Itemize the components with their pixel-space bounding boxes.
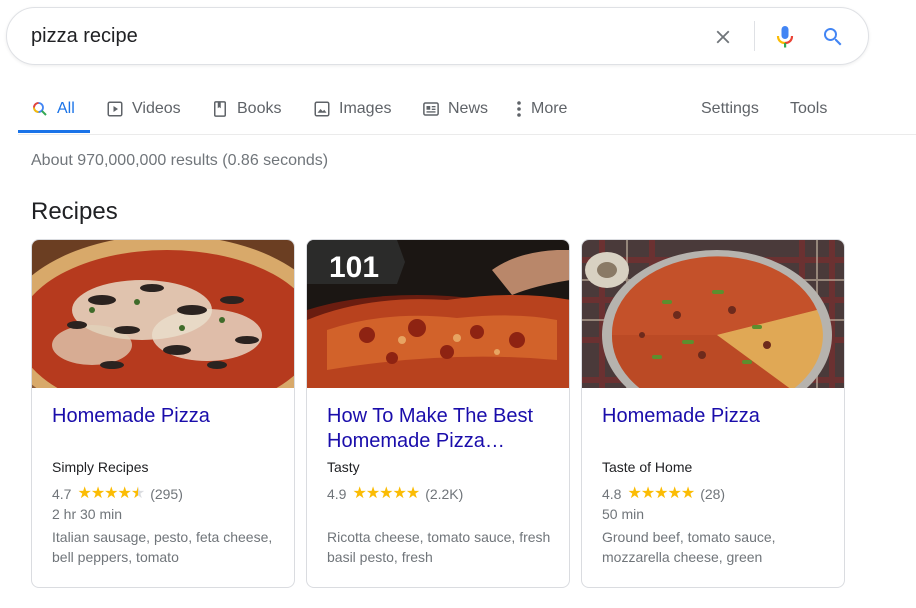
recipe-card[interactable]: 101 How To Make The Best Homemade Pizza…… xyxy=(306,239,570,588)
tab-label: Images xyxy=(339,100,392,117)
search-icon xyxy=(31,100,49,118)
rating-value: 4.8 xyxy=(602,486,622,502)
search-divider xyxy=(754,21,755,51)
tab-label: Videos xyxy=(132,100,181,117)
recipe-card[interactable]: Homemade Pizza Taste of Home 4.8 ★★★★★ (… xyxy=(581,239,845,588)
search-box xyxy=(6,7,869,65)
tab-more[interactable]: More xyxy=(515,84,567,134)
settings-label: Settings xyxy=(701,100,759,117)
recipe-title[interactable]: Homemade Pizza xyxy=(52,404,282,429)
more-vertical-icon xyxy=(515,100,523,118)
recipe-source: Tasty xyxy=(327,459,360,475)
recipe-thumbnail[interactable] xyxy=(32,240,294,388)
recipe-title[interactable]: How To Make The Best Homemade Pizza… xyxy=(327,404,557,454)
recipe-rating: 4.9 ★★★★★ (2.2K) xyxy=(327,485,463,503)
tab-videos[interactable]: Videos xyxy=(106,84,181,134)
news-icon xyxy=(422,100,440,118)
tab-all[interactable]: All xyxy=(31,84,75,134)
tools-label: Tools xyxy=(790,100,828,117)
recipe-thumbnail[interactable] xyxy=(582,240,844,388)
recipe-card[interactable]: Homemade Pizza Simply Recipes 4.7 ★★★★ ★ … xyxy=(31,239,295,588)
recipes-heading: Recipes xyxy=(31,198,118,225)
active-tab-indicator xyxy=(18,130,90,133)
tab-images[interactable]: Images xyxy=(313,84,391,134)
recipe-rating: 4.7 ★★★★ ★ (295) xyxy=(52,485,183,503)
rating-value: 4.7 xyxy=(52,486,72,502)
star-rating-icon: ★★★★★ xyxy=(627,485,695,502)
recipe-source: Simply Recipes xyxy=(52,459,149,475)
image-icon xyxy=(313,100,331,118)
recipe-source: Taste of Home xyxy=(602,459,693,475)
svg-text:101: 101 xyxy=(329,251,379,284)
recipe-rating: 4.8 ★★★★★ (28) xyxy=(602,485,725,503)
search-icon[interactable] xyxy=(819,23,847,51)
recipe-time: 2 hr 30 min xyxy=(52,506,123,522)
rating-value: 4.9 xyxy=(327,486,347,502)
tab-label: News xyxy=(448,100,489,117)
video-icon xyxy=(106,100,124,118)
book-icon xyxy=(211,100,229,118)
clear-icon[interactable] xyxy=(709,23,737,51)
star-rating-icon: ★★★★★ xyxy=(352,485,420,502)
tab-news[interactable]: News xyxy=(422,84,488,134)
review-count: (28) xyxy=(700,486,726,502)
microphone-icon[interactable] xyxy=(771,23,799,51)
search-input[interactable] xyxy=(31,22,671,50)
recipe-ingredients: Italian sausage, pesto, feta cheese, bel… xyxy=(52,529,273,565)
recipe-ingredients: Ricotta cheese, tomato sauce, fresh basi… xyxy=(327,529,551,565)
tabs-divider xyxy=(18,134,916,135)
star-rating-icon: ★★★★★ xyxy=(77,485,145,502)
review-count: (295) xyxy=(150,486,183,502)
tools-link[interactable]: Tools xyxy=(790,84,827,134)
recipe-thumbnail[interactable]: 101 xyxy=(307,240,569,388)
settings-link[interactable]: Settings xyxy=(701,84,759,134)
tab-label: Books xyxy=(237,100,282,117)
recipe-title[interactable]: Homemade Pizza xyxy=(602,404,832,429)
recipe-ingredients: Ground beef, tomato sauce, mozzarella ch… xyxy=(602,529,776,565)
tab-books[interactable]: Books xyxy=(211,84,281,134)
review-count: (2.2K) xyxy=(425,486,464,502)
result-stats: About 970,000,000 results (0.86 seconds) xyxy=(31,152,329,169)
tab-label: More xyxy=(531,100,568,117)
tab-label: All xyxy=(57,100,75,117)
search-tabs: All Videos Books Images News More Settin… xyxy=(0,84,916,136)
recipe-time: 50 min xyxy=(602,506,645,522)
